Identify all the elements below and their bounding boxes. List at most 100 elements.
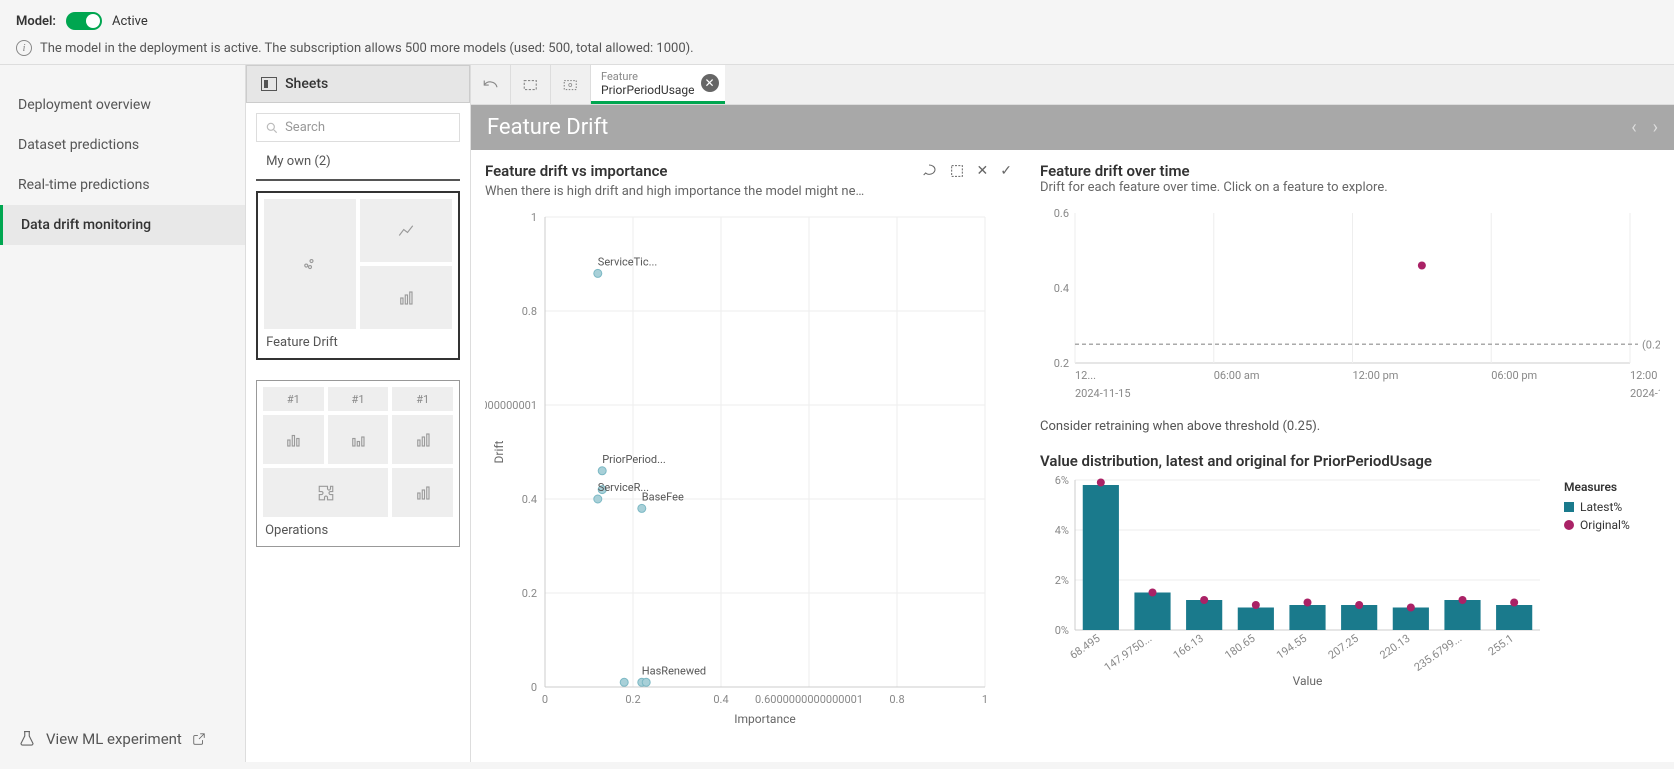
sheet-title: Feature Drift bbox=[264, 329, 452, 352]
svg-text:0: 0 bbox=[542, 693, 548, 706]
svg-text:6%: 6% bbox=[1055, 474, 1069, 487]
svg-text:(0.25): (0.25) bbox=[1642, 338, 1660, 351]
svg-text:0.2: 0.2 bbox=[1054, 357, 1069, 370]
sidebar-item-deployment-overview[interactable]: Deployment overview bbox=[0, 85, 245, 125]
svg-text:235.6799...: 235.6799... bbox=[1412, 632, 1464, 674]
svg-text:2024-11-15: 2024-11-15 bbox=[1075, 387, 1131, 400]
bar-chart-icon bbox=[392, 415, 453, 464]
svg-text:BaseFee: BaseFee bbox=[642, 490, 684, 503]
prev-sheet-button[interactable]: ‹ bbox=[1631, 117, 1636, 138]
svg-text:Value: Value bbox=[1293, 674, 1323, 688]
svg-text:0.4: 0.4 bbox=[1054, 282, 1069, 295]
scatter-chart-subtitle: When there is high drift and high import… bbox=[485, 184, 1012, 199]
line-chart-icon bbox=[360, 199, 452, 262]
svg-text:0.8: 0.8 bbox=[522, 305, 537, 318]
svg-text:180.65: 180.65 bbox=[1222, 632, 1257, 662]
feature-tab-value: PriorPeriodUsage bbox=[601, 83, 695, 97]
svg-text:166.13: 166.13 bbox=[1171, 632, 1206, 662]
bar-chart-icon bbox=[328, 415, 389, 464]
threshold-note: Consider retraining when above threshold… bbox=[1040, 419, 1660, 434]
smart-search-button[interactable] bbox=[551, 65, 591, 104]
svg-text:0%: 0% bbox=[1055, 624, 1069, 637]
svg-text:12:00 am: 12:00 am bbox=[1630, 369, 1660, 382]
sheet-title: Operations bbox=[263, 517, 453, 540]
close-icon[interactable]: ✕ bbox=[701, 74, 719, 92]
view-ml-experiment-link[interactable]: View ML experiment bbox=[0, 716, 245, 762]
kpi-header: #1 bbox=[263, 387, 324, 411]
sheet-card-operations[interactable]: #1 #1 #1 Operations bbox=[256, 380, 460, 547]
dist-chart-title: Value distribution, latest and original … bbox=[1040, 452, 1660, 470]
feature-tab-label: Feature bbox=[601, 70, 695, 83]
svg-text:Drift: Drift bbox=[492, 440, 506, 463]
sidebar-item-realtime-predictions[interactable]: Real-time predictions bbox=[0, 165, 245, 205]
svg-text:147.9750...: 147.9750... bbox=[1102, 632, 1154, 674]
svg-text:220.13: 220.13 bbox=[1377, 632, 1412, 662]
svg-text:2024-11-16: 2024-11-16 bbox=[1630, 387, 1660, 400]
puzzle-icon bbox=[263, 468, 388, 517]
time-chart[interactable]: 0.2 0.4 0.6 12... 2024-11-15 06:00 am 12:00 pm… bbox=[1040, 203, 1660, 413]
time-chart-subtitle: Drift for each feature over time. Click … bbox=[1040, 180, 1660, 195]
svg-text:1: 1 bbox=[982, 693, 988, 706]
svg-text:12...: 12... bbox=[1075, 369, 1096, 382]
sheets-button[interactable]: Sheets bbox=[246, 65, 470, 103]
flask-icon bbox=[18, 730, 36, 748]
kpi-header: #1 bbox=[392, 387, 453, 411]
svg-text:0: 0 bbox=[531, 681, 537, 694]
info-icon: i bbox=[16, 40, 32, 56]
selection-icon[interactable] bbox=[949, 163, 965, 179]
sheets-search-input[interactable]: Search bbox=[256, 113, 460, 142]
model-active-text: Active bbox=[112, 14, 148, 29]
time-chart-title: Feature drift over time bbox=[1040, 162, 1660, 180]
svg-text:207.25: 207.25 bbox=[1326, 632, 1361, 662]
svg-text:0.2: 0.2 bbox=[522, 587, 537, 600]
svg-text:1: 1 bbox=[531, 211, 537, 224]
my-own-tab[interactable]: My own (2) bbox=[256, 142, 460, 181]
dist-chart[interactable]: 0% 2% 4% 6% 68.495147.9750... 166.13 180.65 194… bbox=[1040, 470, 1660, 700]
scatter-chart-title: Feature drift vs importance bbox=[485, 162, 667, 180]
confirm-icon[interactable]: ✓ bbox=[1000, 163, 1012, 179]
legend-title: Measures bbox=[1564, 480, 1630, 494]
kpi-header: #1 bbox=[328, 387, 389, 411]
svg-text:0.6000000000000001: 0.6000000000000001 bbox=[485, 399, 537, 412]
svg-text:HasRenewed: HasRenewed bbox=[642, 664, 706, 677]
svg-text:06:00 am: 06:00 am bbox=[1214, 369, 1260, 382]
svg-text:12:00 pm: 12:00 pm bbox=[1353, 369, 1399, 382]
next-sheet-button[interactable]: › bbox=[1653, 117, 1658, 138]
bar-chart-icon bbox=[360, 266, 452, 329]
model-label: Model: bbox=[16, 14, 56, 29]
scatter-chart-icon bbox=[264, 199, 356, 329]
toolbar: Feature PriorPeriodUsage ✕ bbox=[471, 65, 1674, 105]
subscription-info-text: The model in the deployment is active. T… bbox=[40, 41, 694, 56]
svg-text:0.4: 0.4 bbox=[713, 693, 728, 706]
selection-tool-button[interactable] bbox=[511, 65, 551, 104]
svg-text:PriorPeriod...: PriorPeriod... bbox=[602, 453, 666, 466]
legend-item-original[interactable]: Original% bbox=[1564, 518, 1630, 532]
view-ml-experiment-label: View ML experiment bbox=[46, 730, 182, 748]
sidebar-item-data-drift-monitoring[interactable]: Data drift monitoring bbox=[0, 205, 245, 245]
model-active-toggle[interactable] bbox=[66, 12, 102, 30]
cancel-icon[interactable]: ✕ bbox=[977, 163, 989, 179]
feature-filter-tab[interactable]: Feature PriorPeriodUsage ✕ bbox=[591, 65, 725, 104]
legend-item-latest[interactable]: Latest% bbox=[1564, 500, 1630, 514]
svg-text:0.8: 0.8 bbox=[889, 693, 904, 706]
search-icon bbox=[265, 121, 279, 135]
lasso-icon[interactable] bbox=[921, 163, 937, 179]
svg-text:0.6: 0.6 bbox=[1054, 207, 1069, 220]
undo-selection-button[interactable] bbox=[471, 65, 511, 104]
svg-text:255.1: 255.1 bbox=[1486, 632, 1516, 659]
scatter-plot[interactable]: 000.20.20.40.40.60000000000000010.600000… bbox=[485, 207, 1012, 750]
bar-chart-icon bbox=[392, 468, 453, 517]
sidebar-item-dataset-predictions[interactable]: Dataset predictions bbox=[0, 125, 245, 165]
svg-text:68.495: 68.495 bbox=[1067, 632, 1102, 662]
svg-text:Importance: Importance bbox=[734, 712, 795, 726]
sheet-card-feature-drift[interactable]: Feature Drift bbox=[256, 191, 460, 360]
svg-text:2%: 2% bbox=[1055, 574, 1069, 587]
sheets-icon bbox=[261, 77, 277, 91]
svg-text:4%: 4% bbox=[1055, 524, 1069, 537]
sheets-button-label: Sheets bbox=[285, 76, 328, 92]
search-placeholder: Search bbox=[285, 120, 325, 135]
svg-text:0.2: 0.2 bbox=[625, 693, 640, 706]
sheets-panel: Sheets Search My own (2) Feature Drift bbox=[245, 65, 471, 762]
svg-text:06:00 pm: 06:00 pm bbox=[1491, 369, 1537, 382]
svg-text:194.55: 194.55 bbox=[1274, 632, 1309, 662]
